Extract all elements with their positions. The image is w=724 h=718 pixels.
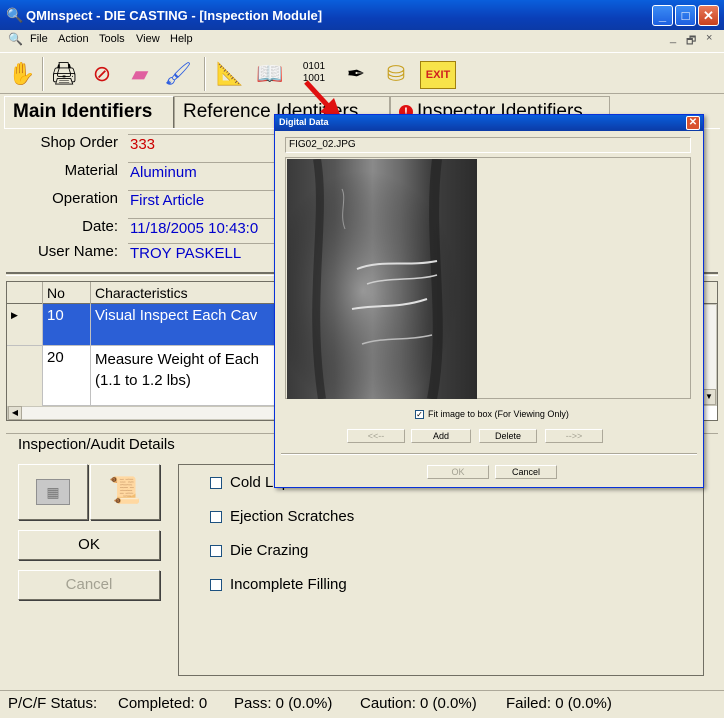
maximize-button[interactable]: □: [675, 5, 696, 26]
row-selector[interactable]: [7, 346, 43, 406]
checkbox[interactable]: [210, 579, 222, 592]
tab-main-identifiers[interactable]: Main Identifiers: [4, 96, 174, 128]
grid-cell-characteristic[interactable]: Visual Inspect Each Cav: [91, 304, 281, 346]
book-icon[interactable]: 📖: [252, 56, 288, 92]
row-selector-arrow-icon[interactable]: ▶: [7, 304, 43, 346]
app-magnifier-icon: 🔍: [6, 7, 24, 23]
status-failed: Failed: 0 (0.0%): [506, 695, 612, 712]
checkbox[interactable]: [210, 477, 222, 490]
defect-label: Die Crazing: [230, 542, 309, 559]
defect-die-crazing[interactable]: Die Crazing: [210, 542, 308, 559]
prev-image-button[interactable]: <<--: [347, 429, 405, 443]
user-name-value: TROY PASKELL: [128, 243, 288, 265]
status-prefix: P/C/F Status:: [8, 695, 98, 712]
menu-help[interactable]: Help: [170, 33, 193, 45]
dialog-filename: FIG02_02.JPG: [285, 137, 691, 153]
exit-icon[interactable]: EXIT: [420, 61, 456, 89]
no-icon[interactable]: ⊘: [84, 56, 120, 92]
defect-label: Incomplete Filling: [230, 576, 347, 593]
add-image-button[interactable]: Add: [411, 429, 471, 443]
operation-label: Operation: [52, 190, 118, 207]
dialog-title-bar: Digital Data ✕: [275, 115, 703, 131]
operation-value: First Article: [128, 190, 288, 212]
child-minimize-button[interactable]: _: [670, 32, 676, 44]
dialog-separator: [281, 453, 697, 455]
characteristic-spec: (1.1 to 1.2 lbs): [95, 372, 191, 389]
details-title: Inspection/Audit Details: [16, 436, 177, 453]
dialog-ok-button[interactable]: OK: [427, 465, 489, 479]
hand-icon[interactable]: ✋: [4, 56, 40, 92]
menu-action[interactable]: Action: [58, 33, 89, 45]
notes-button[interactable]: 📜: [90, 464, 160, 520]
defect-incomplete-filling[interactable]: Incomplete Filling: [210, 576, 347, 593]
scroll-paper-icon: 📜: [108, 475, 142, 505]
status-caution: Caution: 0 (0.0%): [360, 695, 477, 712]
menu-tools[interactable]: Tools: [99, 33, 125, 45]
ok-button[interactable]: OK: [18, 530, 160, 560]
delete-image-button[interactable]: Delete: [479, 429, 537, 443]
compass-icon[interactable]: 📐: [212, 56, 248, 92]
toolbar-separator: [204, 57, 206, 91]
menu-file[interactable]: File: [30, 33, 48, 45]
dialog-close-icon[interactable]: ✕: [686, 116, 700, 130]
material-label: Material: [64, 162, 118, 179]
material-value: Aluminum: [128, 162, 288, 184]
defect-ejection-scratches[interactable]: Ejection Scratches: [210, 508, 354, 525]
user-name-label: User Name:: [37, 243, 118, 260]
menu-view[interactable]: View: [136, 33, 160, 45]
minimize-button[interactable]: _: [652, 5, 673, 26]
child-restore-button[interactable]: 🗗: [686, 32, 696, 51]
menu-bar: 🔍 File Action Tools View Help _ 🗗 ×: [0, 30, 724, 50]
status-pass: Pass: 0 (0.0%): [234, 695, 333, 712]
camera-button[interactable]: ▦: [18, 464, 88, 520]
status-completed: Completed: 0: [118, 695, 208, 712]
menu-magnifier-icon: 🔍: [8, 32, 23, 46]
title-bar: 🔍 QMInspect - DIE CASTING - [Inspection …: [0, 0, 724, 30]
printer-icon[interactable]: 🖨: [46, 56, 82, 92]
fit-image-option[interactable]: ✓ Fit image to box (For Viewing Only): [415, 409, 569, 420]
casting-photo-graphic: [287, 159, 477, 399]
checkbox[interactable]: [210, 511, 222, 524]
shop-order-value: 333: [128, 134, 288, 156]
column-header-no[interactable]: No: [43, 282, 91, 304]
camera-icon: ▦: [36, 479, 70, 505]
date-value: 11/18/2005 10:43:0: [128, 218, 288, 240]
checkbox[interactable]: [210, 545, 222, 558]
dialog-cancel-button[interactable]: Cancel: [495, 465, 557, 479]
next-image-button[interactable]: -->>: [545, 429, 603, 443]
cancel-button[interactable]: Cancel: [18, 570, 160, 600]
close-button[interactable]: ✕: [698, 5, 719, 26]
eraser-icon[interactable]: ▰: [122, 56, 158, 92]
scroll-down-icon[interactable]: ▼: [702, 389, 716, 405]
grid-cell-no[interactable]: 20: [43, 346, 91, 406]
toolbar: ✋ 🖨 ⊘ ▰ 🖌 📐 📖 0101 1001 ✒ ⛁ EXIT: [0, 52, 724, 94]
grid-cell-characteristic[interactable]: Measure Weight of Each (1.1 to 1.2 lbs): [91, 346, 281, 406]
toolbar-separator: [42, 57, 44, 91]
fit-image-checkbox[interactable]: ✓: [415, 410, 424, 420]
fit-image-label: Fit image to box (For Viewing Only): [428, 409, 569, 419]
status-bar: P/C/F Status: Completed: 0 Pass: 0 (0.0%…: [0, 690, 724, 718]
defect-list: [178, 464, 704, 676]
characteristic-text: Measure Weight of Each: [95, 351, 259, 368]
date-label: Date:: [82, 218, 118, 235]
window-title: QMInspect - DIE CASTING - [Inspection Mo…: [26, 8, 323, 23]
scroll-left-icon[interactable]: ◀: [8, 406, 22, 420]
grid-cell-no[interactable]: 10: [43, 304, 91, 346]
dialog-title: Digital Data: [279, 117, 329, 127]
defect-label: Ejection Scratches: [230, 508, 355, 525]
shop-order-label: Shop Order: [40, 134, 118, 151]
brush-icon[interactable]: 🖌: [160, 56, 196, 92]
row-indicator-header: [7, 282, 43, 304]
digital-data-dialog: Digital Data ✕ FIG02_02.JPG ✓ Fit image …: [274, 114, 704, 488]
coins-icon[interactable]: ⛁: [378, 56, 414, 92]
child-close-button[interactable]: ×: [706, 32, 712, 44]
casting-photo: [287, 159, 477, 399]
